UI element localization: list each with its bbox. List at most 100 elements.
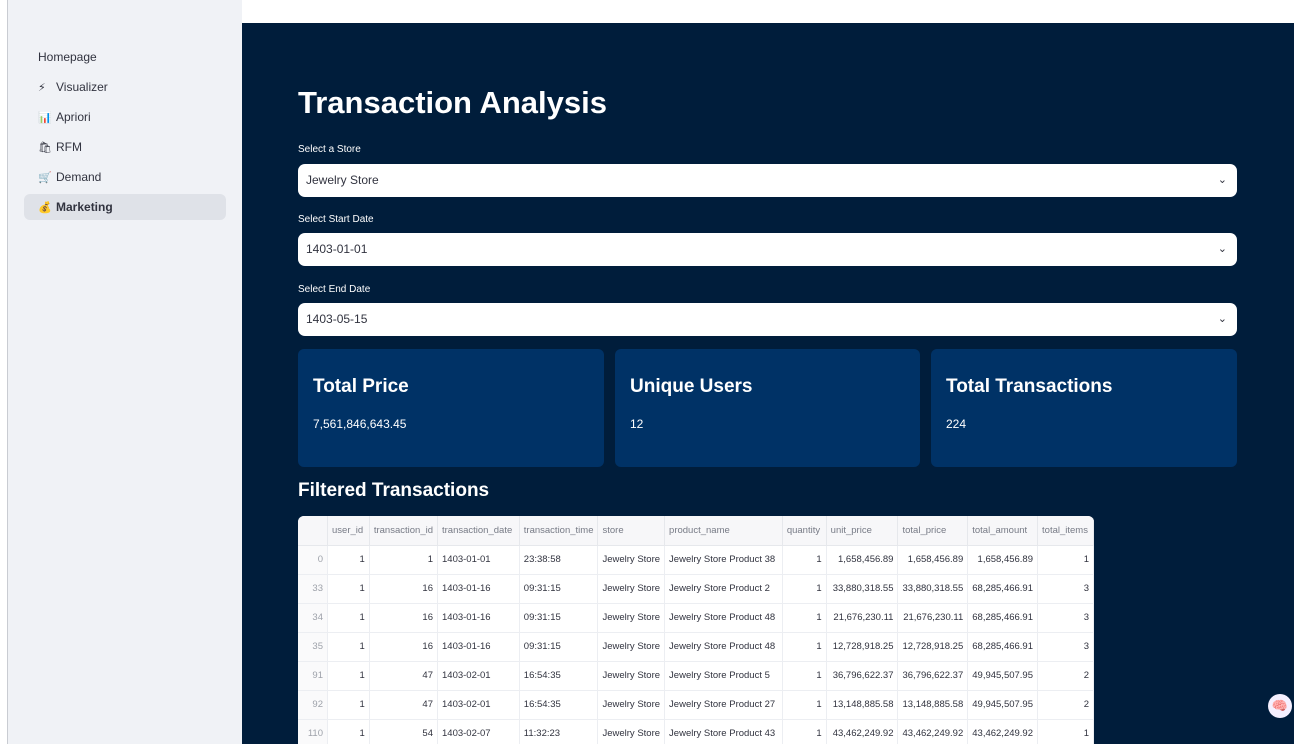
table-cell[interactable]: 54	[369, 719, 439, 744]
table-row[interactable]: 0 1 1 1403-01-01 23:38:58 Jewelry Store Jewelr…	[298, 545, 1094, 575]
table-cell[interactable]: 3	[1037, 574, 1094, 604]
column-header[interactable]: transaction_date	[437, 516, 520, 546]
table-cell[interactable]: 1	[369, 545, 439, 575]
table-cell[interactable]: 1	[327, 545, 370, 575]
table-cell[interactable]: 21,676,230.11	[826, 603, 899, 633]
table-cell[interactable]: 1403-01-16	[437, 632, 520, 662]
table-cell[interactable]: 36,796,622.37	[897, 661, 969, 691]
assistant-brain-icon[interactable]: 🧠	[1268, 694, 1292, 718]
table-cell[interactable]: 1	[782, 603, 827, 633]
sidebar-item-homepage[interactable]: Homepage	[24, 44, 226, 70]
table-cell[interactable]: Jewelry Store	[597, 574, 666, 604]
sidebar-item-demand[interactable]: 🛒 Demand	[24, 164, 226, 190]
table-cell[interactable]: 09:31:15	[519, 632, 599, 662]
table-cell[interactable]: 34	[298, 603, 328, 633]
table-cell[interactable]: 1	[327, 632, 370, 662]
table-cell[interactable]: 1	[1037, 545, 1094, 575]
table-cell[interactable]: 1,658,456.89	[826, 545, 899, 575]
sidebar-item-apriori[interactable]: 📊 Apriori	[24, 104, 226, 130]
table-cell[interactable]: 09:31:15	[519, 603, 599, 633]
column-header[interactable]: total_items	[1037, 516, 1094, 546]
table-cell[interactable]: 1	[327, 661, 370, 691]
column-header[interactable]: store	[597, 516, 666, 546]
table-cell[interactable]: 3	[1037, 603, 1094, 633]
column-header[interactable]	[298, 516, 328, 546]
table-cell[interactable]: 47	[369, 690, 439, 720]
table-cell[interactable]: Jewelry Store Product 38	[664, 545, 783, 575]
table-cell[interactable]: 23:38:58	[519, 545, 599, 575]
table-cell[interactable]: 1403-01-01	[437, 545, 520, 575]
table-cell[interactable]: Jewelry Store Product 48	[664, 632, 783, 662]
table-cell[interactable]: Jewelry Store Product 27	[664, 690, 783, 720]
table-cell[interactable]: 13,148,885.58	[826, 690, 899, 720]
table-cell[interactable]: 1403-01-16	[437, 603, 520, 633]
table-cell[interactable]: 12,728,918.25	[897, 632, 969, 662]
table-cell[interactable]: 1,658,456.89	[967, 545, 1039, 575]
sidebar-item-marketing[interactable]: 💰 Marketing	[24, 194, 226, 220]
table-cell[interactable]: 91	[298, 661, 328, 691]
table-cell[interactable]: 35	[298, 632, 328, 662]
table-cell[interactable]: 12,728,918.25	[826, 632, 899, 662]
table-cell[interactable]: 1	[327, 719, 370, 744]
column-header[interactable]: total_amount	[967, 516, 1039, 546]
column-header[interactable]: transaction_id	[369, 516, 439, 546]
table-cell[interactable]: 1	[782, 632, 827, 662]
table-cell[interactable]: 1403-02-07	[437, 719, 520, 744]
table-cell[interactable]: Jewelry Store	[597, 632, 666, 662]
column-header[interactable]: transaction_time	[519, 516, 599, 546]
sidebar-item-rfm[interactable]: 🛍 RFM	[24, 134, 226, 160]
transactions-table[interactable]: user_id transaction_id transaction_date tra…	[298, 516, 1094, 744]
table-row[interactable]: 34 1 16 1403-01-16 09:31:15 Jewelry Store Jewe…	[298, 603, 1094, 633]
column-header[interactable]: product_name	[664, 516, 783, 546]
table-cell[interactable]: 16:54:35	[519, 661, 599, 691]
column-header[interactable]: user_id	[327, 516, 370, 546]
table-cell[interactable]: 1	[327, 690, 370, 720]
table-cell[interactable]: 47	[369, 661, 439, 691]
table-cell[interactable]: 33,880,318.55	[826, 574, 899, 604]
table-cell[interactable]: 1403-01-16	[437, 574, 520, 604]
table-cell[interactable]: 43,462,249.92	[897, 719, 969, 744]
table-cell[interactable]: 1	[782, 545, 827, 575]
table-cell[interactable]: 16	[369, 574, 439, 604]
table-cell[interactable]: 0	[298, 545, 328, 575]
table-cell[interactable]: 09:31:15	[519, 574, 599, 604]
table-cell[interactable]: 1	[1037, 719, 1094, 744]
table-cell[interactable]: 2	[1037, 690, 1094, 720]
data-grid[interactable]: user_id transaction_id transaction_date tra…	[298, 516, 1094, 744]
table-row[interactable]: 33 1 16 1403-01-16 09:31:15 Jewelry Store Jewe…	[298, 574, 1094, 604]
table-row[interactable]: 92 1 47 1403-02-01 16:54:35 Jewelry Store Jewe…	[298, 690, 1094, 720]
table-row[interactable]: 110 1 54 1403-02-07 11:32:23 Jewelry Store Jew…	[298, 719, 1094, 744]
table-cell[interactable]: Jewelry Store	[597, 603, 666, 633]
table-cell[interactable]: 2	[1037, 661, 1094, 691]
table-cell[interactable]: 1	[782, 574, 827, 604]
table-cell[interactable]: 33	[298, 574, 328, 604]
table-cell[interactable]: Jewelry Store Product 43	[664, 719, 783, 744]
table-cell[interactable]: 1	[327, 574, 370, 604]
table-cell[interactable]: Jewelry Store	[597, 719, 666, 744]
column-header[interactable]: unit_price	[826, 516, 899, 546]
table-cell[interactable]: Jewelry Store	[597, 661, 666, 691]
table-cell[interactable]: 16	[369, 632, 439, 662]
table-cell[interactable]: 1,658,456.89	[897, 545, 969, 575]
table-cell[interactable]: 21,676,230.11	[897, 603, 969, 633]
table-cell[interactable]: 92	[298, 690, 328, 720]
table-cell[interactable]: 1	[782, 661, 827, 691]
table-cell[interactable]: 11:32:23	[519, 719, 599, 744]
table-cell[interactable]: 16	[369, 603, 439, 633]
table-cell[interactable]: 1	[782, 690, 827, 720]
table-cell[interactable]: 3	[1037, 632, 1094, 662]
sidebar-item-visualizer[interactable]: ⚡ Visualizer	[24, 74, 226, 100]
table-cell[interactable]: Jewelry Store Product 48	[664, 603, 783, 633]
table-row[interactable]: 91 1 47 1403-02-01 16:54:35 Jewelry Store Jewe…	[298, 661, 1094, 691]
table-cell[interactable]: 43,462,249.92	[967, 719, 1039, 744]
table-cell[interactable]: Jewelry Store Product 5	[664, 661, 783, 691]
start-date-select[interactable]: 1403-01-01 ⌄	[298, 233, 1237, 266]
table-cell[interactable]: 1	[782, 719, 827, 744]
table-cell[interactable]: 49,945,507.95	[967, 690, 1039, 720]
column-header[interactable]: total_price	[897, 516, 969, 546]
table-cell[interactable]: 68,285,466.91	[967, 574, 1039, 604]
end-date-select[interactable]: 1403-05-15 ⌄	[298, 303, 1237, 336]
store-select[interactable]: Jewelry Store ⌄	[298, 164, 1237, 197]
table-cell[interactable]: 43,462,249.92	[826, 719, 899, 744]
table-cell[interactable]: Jewelry Store	[597, 545, 666, 575]
